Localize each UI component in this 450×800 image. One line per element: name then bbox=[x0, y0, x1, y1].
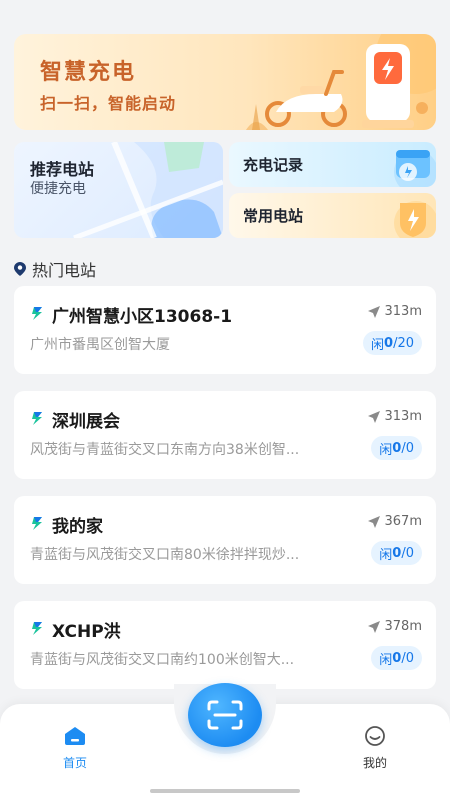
recommend-title: 推荐电站 bbox=[30, 160, 95, 179]
charge-bolt-icon bbox=[32, 517, 42, 530]
banner-subtitle: 扫一扫，智能启动 bbox=[40, 94, 177, 113]
idle-count: 0 bbox=[384, 335, 394, 351]
station-name: 广州智慧小区13068-1 bbox=[52, 307, 233, 327]
tab-mine-label: 我的 bbox=[362, 756, 387, 770]
hot-stations-header: 热门电站 bbox=[14, 258, 96, 280]
tab-home-label: 首页 bbox=[62, 756, 87, 770]
idle-total: /0 bbox=[401, 545, 414, 561]
favorite-stations-title: 常用电站 bbox=[243, 207, 304, 225]
scan-button[interactable] bbox=[188, 683, 262, 747]
idle-label: 闲 bbox=[379, 442, 393, 458]
navigation-arrow-icon bbox=[367, 620, 380, 633]
station-distance: 313m bbox=[367, 304, 422, 319]
station-card[interactable]: 我的家 367m 青蓝街与风茂街交叉口南80米徐拌拌现炒... 闲 0/0 bbox=[14, 496, 436, 584]
distance-value: 367m bbox=[384, 514, 422, 529]
tab-home[interactable]: 首页 bbox=[45, 726, 105, 771]
home-icon bbox=[65, 727, 85, 745]
scan-icon bbox=[207, 700, 243, 730]
charging-record-title: 充电记录 bbox=[243, 156, 304, 174]
recommend-stations-card[interactable]: 推荐电站 便捷充电 bbox=[14, 142, 223, 238]
navigation-arrow-icon bbox=[367, 305, 380, 318]
idle-badge: 闲 0/0 bbox=[371, 646, 422, 670]
section-title: 热门电站 bbox=[32, 261, 97, 280]
idle-label: 闲 bbox=[379, 547, 393, 563]
favorite-stations-card[interactable]: 常用电站 bbox=[229, 193, 436, 238]
distance-value: 313m bbox=[384, 304, 422, 319]
idle-count: 0 bbox=[392, 545, 402, 561]
idle-badge: 闲 0/0 bbox=[371, 541, 422, 565]
station-card[interactable]: 深圳展会 313m 风茂街与青蓝街交叉口东南方向38米创智... 闲 0/0 bbox=[14, 391, 436, 479]
idle-badge: 闲 0/20 bbox=[363, 331, 422, 355]
station-address: 风茂街与青蓝街交叉口东南方向38米创智... bbox=[30, 442, 300, 458]
station-name: 深圳展会 bbox=[52, 412, 120, 432]
idle-total: /20 bbox=[393, 335, 414, 351]
charge-bolt-icon bbox=[32, 622, 42, 635]
home-indicator[interactable] bbox=[150, 789, 300, 793]
idle-label: 闲 bbox=[371, 337, 385, 353]
banner-title: 智慧充电 bbox=[40, 60, 137, 85]
station-distance: 378m bbox=[367, 619, 422, 634]
idle-total: /0 bbox=[401, 440, 414, 456]
charge-bolt-icon bbox=[32, 412, 42, 425]
idle-total: /0 bbox=[401, 650, 414, 666]
battery-shield-icon bbox=[394, 201, 436, 238]
charging-scooter-illustration bbox=[246, 34, 436, 130]
station-card[interactable]: XCHP洪 378m 青蓝街与风茂街交叉口南约100米创智大... 闲 0/0 bbox=[14, 601, 436, 689]
idle-count: 0 bbox=[392, 650, 402, 666]
station-name: XCHP洪 bbox=[52, 622, 121, 642]
station-address: 青蓝街与风茂街交叉口南约100米创智大... bbox=[30, 652, 295, 668]
station-distance: 367m bbox=[367, 514, 422, 529]
recommend-subtitle: 便捷充电 bbox=[30, 181, 86, 197]
station-distance: 313m bbox=[367, 409, 422, 424]
distance-value: 313m bbox=[384, 409, 422, 424]
station-address: 广州市番禺区创智大厦 bbox=[30, 337, 170, 353]
calendar-icon bbox=[394, 150, 436, 187]
location-pin-icon bbox=[14, 262, 26, 276]
idle-count: 0 bbox=[392, 440, 402, 456]
promo-banner[interactable]: 智慧充电 扫一扫，智能启动 bbox=[14, 34, 436, 130]
navigation-arrow-icon bbox=[367, 410, 380, 423]
idle-label: 闲 bbox=[379, 652, 393, 668]
station-card[interactable]: 广州智慧小区13068-1 313m 广州市番禺区创智大厦 闲 0/20 bbox=[14, 286, 436, 374]
navigation-arrow-icon bbox=[367, 515, 380, 528]
idle-badge: 闲 0/0 bbox=[371, 436, 422, 460]
station-address: 青蓝街与风茂街交叉口南80米徐拌拌现炒... bbox=[30, 547, 300, 563]
station-name: 我的家 bbox=[52, 517, 103, 537]
distance-value: 378m bbox=[384, 619, 422, 634]
user-face-icon bbox=[365, 726, 385, 746]
charge-bolt-icon bbox=[32, 307, 42, 320]
tab-mine[interactable]: 我的 bbox=[345, 726, 405, 771]
charging-record-card[interactable]: 充电记录 bbox=[229, 142, 436, 187]
